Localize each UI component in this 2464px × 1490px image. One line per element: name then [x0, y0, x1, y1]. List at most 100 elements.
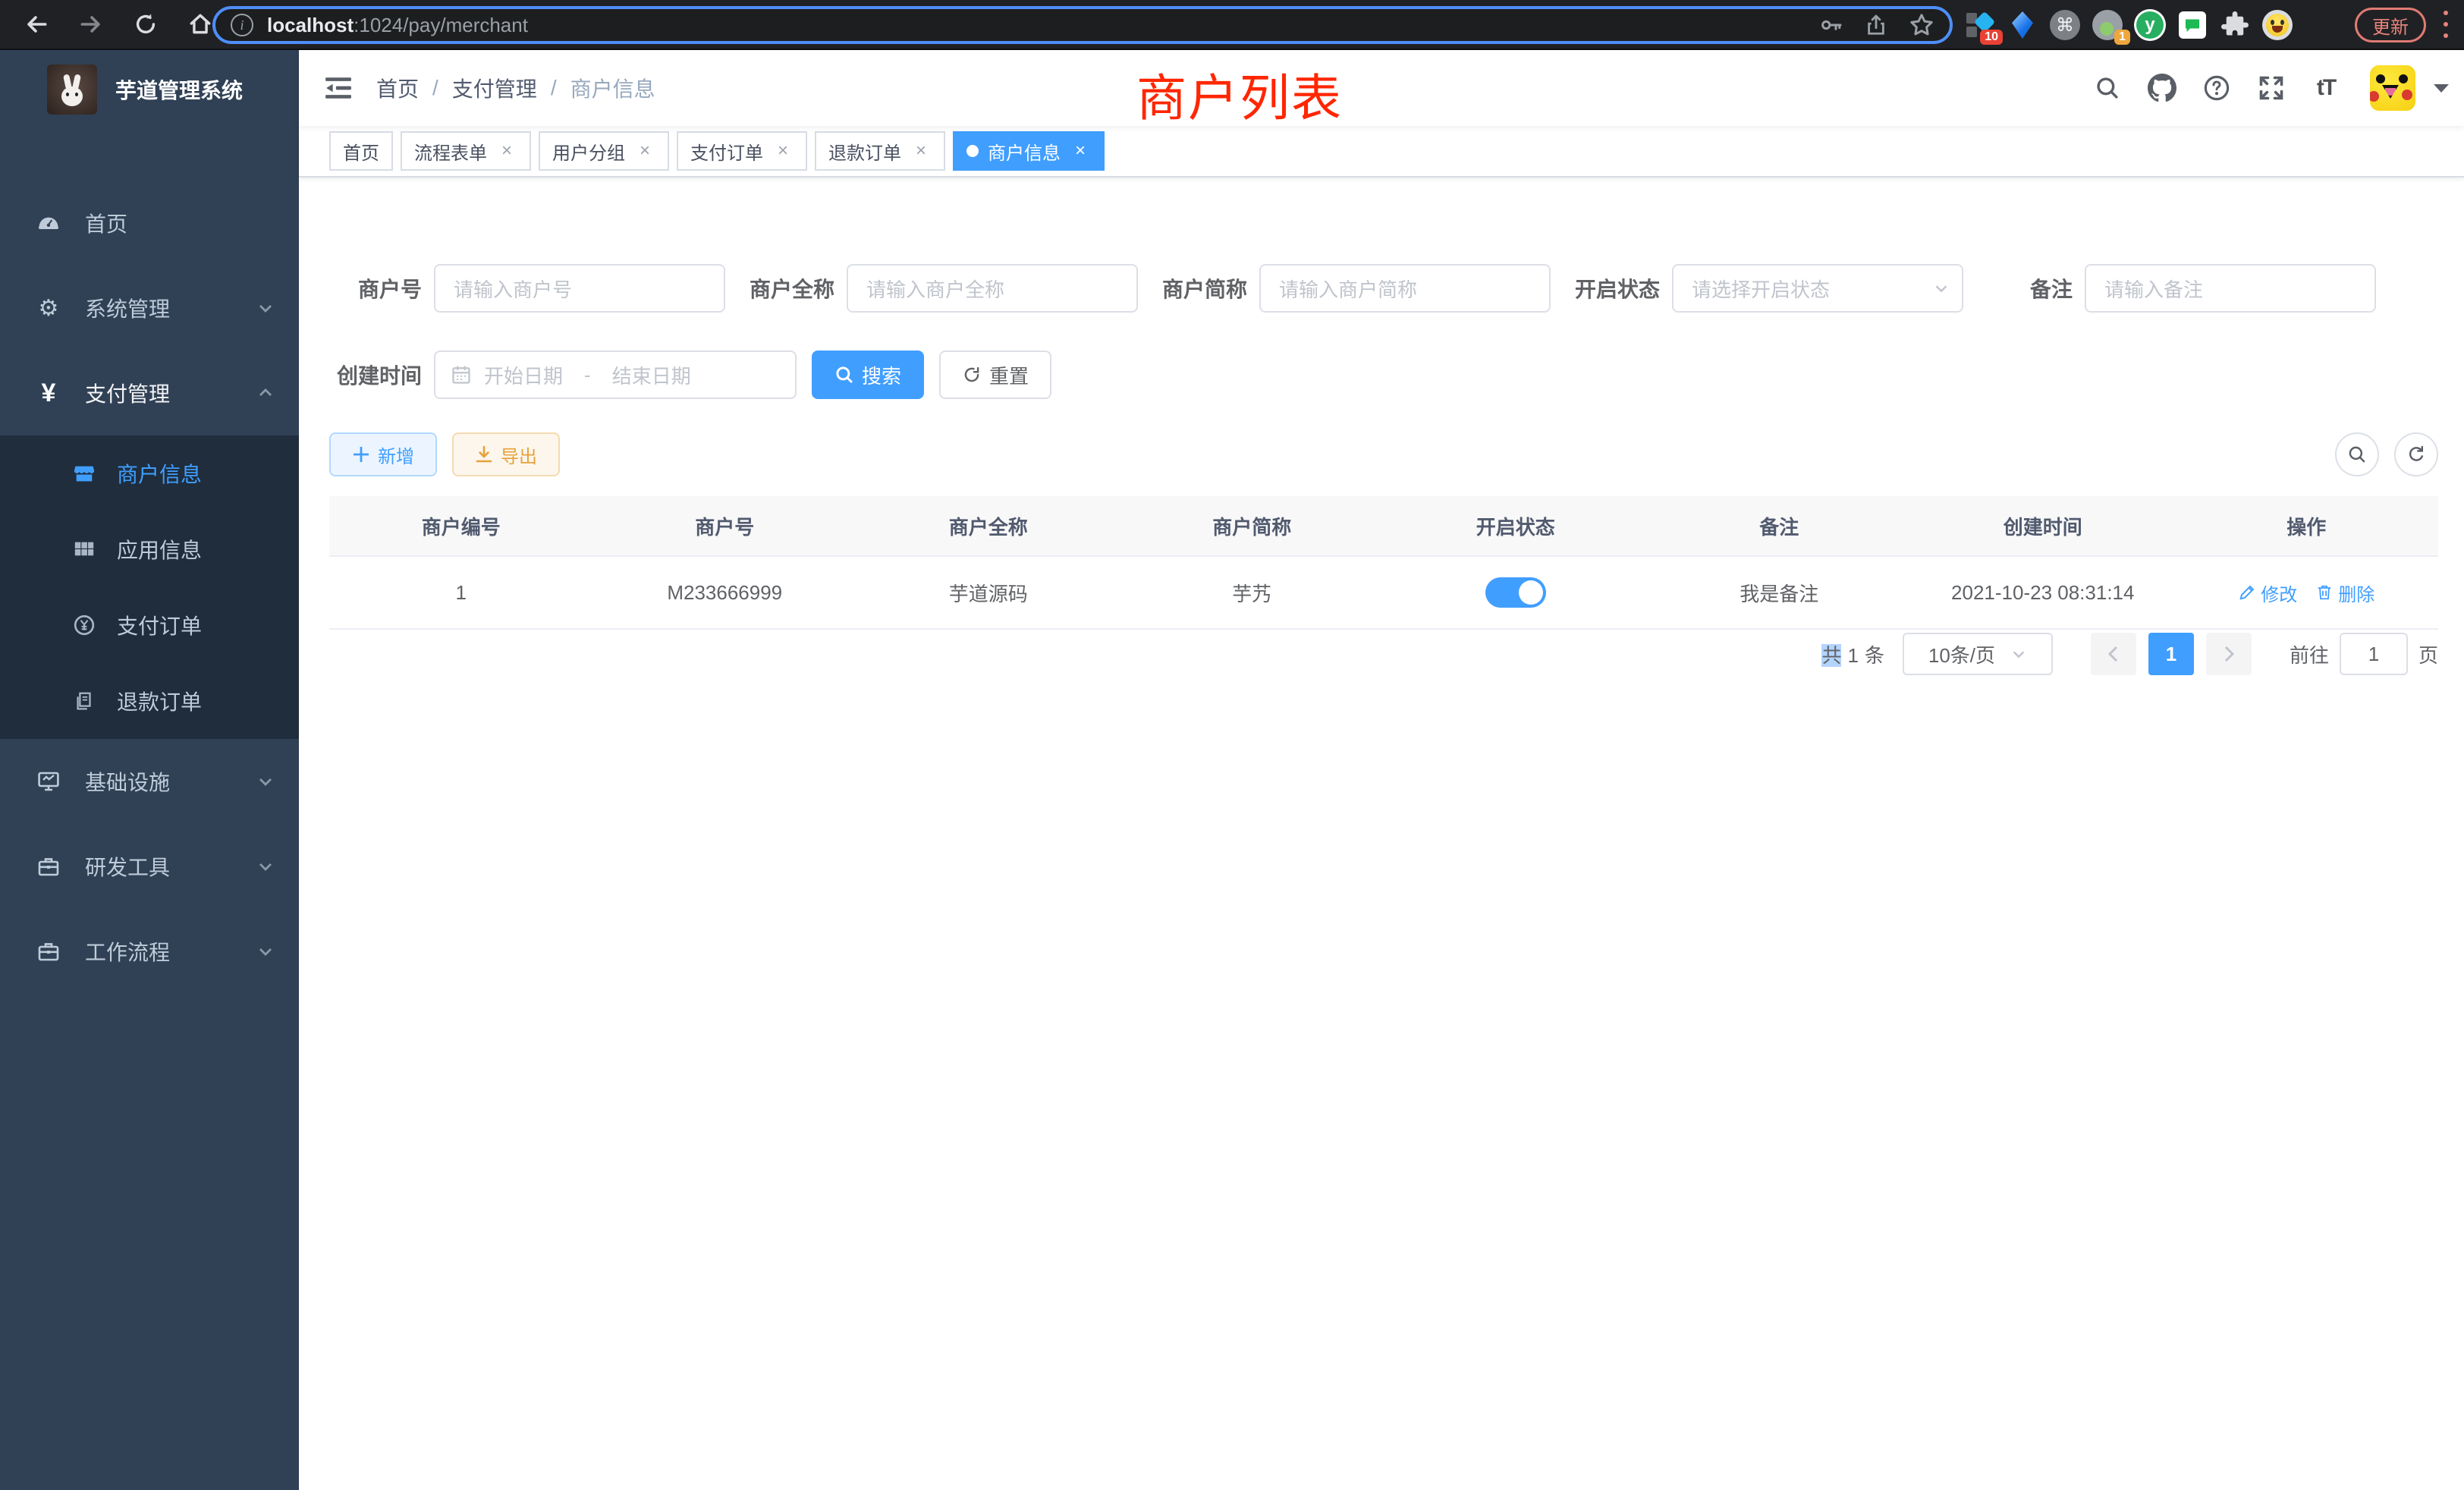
cell-short-name: 芋艿	[1120, 579, 1384, 607]
sidebar-item-home[interactable]: 首页	[0, 181, 299, 266]
url-bar[interactable]: i localhost:1024/pay/merchant	[212, 6, 1953, 44]
cell-status	[1384, 577, 1648, 608]
main-area: 首页 / 支付管理 / 商户信息 tT	[299, 50, 2464, 1490]
toggle-search-icon[interactable]	[2335, 432, 2379, 476]
tab-merchant-info[interactable]: 商户信息×	[953, 131, 1105, 171]
export-button[interactable]: 导出	[452, 432, 560, 476]
fullscreen-icon[interactable]	[2252, 68, 2291, 108]
page-number-1[interactable]: 1	[2148, 633, 2194, 675]
merchant-no-input[interactable]: 请输入商户号	[434, 264, 725, 313]
short-name-input[interactable]: 请输入商户简称	[1259, 264, 1551, 313]
extension-kite-icon[interactable]	[2006, 8, 2039, 42]
calendar-icon	[451, 364, 472, 385]
extension-command-icon[interactable]: ⌘	[2048, 8, 2082, 42]
help-icon[interactable]	[2197, 68, 2236, 108]
refresh-icon[interactable]	[2394, 432, 2438, 476]
merchant-no-label: 商户号	[313, 273, 422, 303]
filter-row-1: 商户号 请输入商户号 商户全称 请输入商户全称 商户简称 请输入商户简称 开启状…	[313, 264, 2376, 313]
breadcrumb: 首页 / 支付管理 / 商户信息	[376, 73, 655, 103]
breadcrumb-home[interactable]: 首页	[376, 73, 419, 103]
dashboard-icon	[36, 211, 61, 235]
status-select[interactable]: 请选择开启状态	[1672, 264, 1963, 313]
extension-diamond-icon[interactable]: 10	[1963, 8, 1997, 42]
extension-chat-icon[interactable]	[2176, 8, 2209, 42]
delete-link[interactable]: 删除	[2315, 580, 2374, 606]
sidebar-item-workflow[interactable]: 工作流程	[0, 909, 299, 994]
navbar-actions: tT	[2088, 50, 2449, 126]
tab-pay-order[interactable]: 支付订单×	[677, 131, 807, 171]
date-end-placeholder: 结束日期	[612, 361, 691, 389]
tab-close-icon[interactable]: ×	[772, 140, 794, 162]
github-icon[interactable]	[2142, 68, 2182, 108]
search-button[interactable]: 搜索	[812, 350, 924, 399]
breadcrumb-pay[interactable]: 支付管理	[452, 73, 537, 103]
sidebar-item-system[interactable]: ⚙ 系统管理	[0, 266, 299, 350]
browser-nav	[0, 3, 237, 46]
reset-button[interactable]: 重置	[939, 350, 1051, 399]
browser-profile-avatar[interactable]	[2261, 8, 2294, 42]
tab-close-icon[interactable]: ×	[496, 140, 517, 162]
cell-remark: 我是备注	[1648, 579, 1912, 607]
password-key-icon[interactable]	[1819, 13, 1843, 37]
edit-link[interactable]: 修改	[2238, 580, 2297, 606]
remark-label: 备注	[1963, 273, 2073, 303]
date-range-input[interactable]: 开始日期 - 结束日期	[434, 350, 797, 399]
site-info-icon[interactable]: i	[231, 14, 253, 36]
browser-menu-icon[interactable]	[2443, 11, 2449, 38]
user-menu-caret-icon[interactable]	[2434, 82, 2449, 94]
reload-icon[interactable]	[124, 3, 167, 46]
tab-close-icon[interactable]: ×	[634, 140, 655, 162]
breadcrumb-separator: /	[551, 76, 557, 100]
tab-process-form[interactable]: 流程表单×	[401, 131, 531, 171]
sidebar-item-pay[interactable]: ¥ 支付管理	[0, 350, 299, 435]
date-separator: -	[584, 363, 591, 387]
chevron-down-icon	[256, 857, 275, 875]
col-status: 开启状态	[1384, 512, 1648, 540]
full-name-input[interactable]: 请输入商户全称	[847, 264, 1138, 313]
bookmark-star-icon[interactable]	[1909, 12, 1934, 38]
remark-input[interactable]: 请输入备注	[2085, 264, 2376, 313]
sidebar-item-refund-order[interactable]: 退款订单	[0, 663, 299, 739]
tab-close-icon[interactable]: ×	[910, 140, 932, 162]
sidebar-item-devtools[interactable]: 研发工具	[0, 824, 299, 909]
active-tab-dot	[966, 145, 979, 157]
forward-icon[interactable]	[70, 3, 112, 46]
next-page-icon[interactable]	[2206, 633, 2252, 675]
breadcrumb-separator: /	[432, 76, 438, 100]
sidebar-item-app-info[interactable]: 应用信息	[0, 511, 299, 587]
short-name-label: 商户简称	[1138, 273, 1247, 303]
search-icon[interactable]	[2088, 68, 2127, 108]
tab-user-group[interactable]: 用户分组×	[539, 131, 669, 171]
back-icon[interactable]	[15, 3, 58, 46]
yen-circle-icon	[73, 614, 96, 637]
page-size-select[interactable]: 10条/页	[1903, 633, 2053, 675]
goto-page-input[interactable]	[2340, 633, 2408, 675]
table-header: 商户编号 商户号 商户全称 商户简称 开启状态 备注 创建时间 操作	[329, 496, 2438, 557]
user-avatar[interactable]	[2370, 65, 2415, 111]
share-icon[interactable]	[1865, 13, 1887, 37]
table-toolbar: 新增 导出	[329, 432, 2438, 476]
status-label: 开启状态	[1551, 273, 1660, 303]
cell-full-name: 芋道源码	[856, 579, 1120, 607]
status-toggle[interactable]	[1485, 577, 1546, 608]
collapse-sidebar-icon[interactable]	[322, 71, 355, 105]
sidebar: 芋道管理系统 首页 ⚙ 系统管理 ¥ 支付管理	[0, 50, 299, 1490]
extensions-puzzle-icon[interactable]	[2218, 8, 2252, 42]
sidebar-item-pay-order[interactable]: 支付订单	[0, 587, 299, 663]
yen-icon: ¥	[36, 381, 61, 405]
table-row: 1 M233666999 芋道源码 芋艿 我是备注 2021-10-23 08:…	[329, 557, 2438, 630]
tab-home[interactable]: 首页	[329, 131, 393, 171]
sidebar-item-merchant-info[interactable]: 商户信息	[0, 435, 299, 511]
add-button[interactable]: 新增	[329, 432, 437, 476]
extension-status-icon[interactable]: 1	[2091, 8, 2124, 42]
extension-y-icon[interactable]: y	[2133, 8, 2167, 42]
tab-close-icon[interactable]: ×	[1070, 140, 1091, 162]
col-short-name: 商户简称	[1120, 512, 1384, 540]
sidebar-logo[interactable]: 芋道管理系统	[0, 50, 299, 129]
prev-page-icon[interactable]	[2091, 633, 2136, 675]
font-size-icon[interactable]: tT	[2306, 68, 2346, 108]
browser-update-button[interactable]: 更新	[2355, 8, 2426, 42]
sidebar-item-infra[interactable]: 基础设施	[0, 739, 299, 824]
top-navbar: 首页 / 支付管理 / 商户信息 tT	[299, 50, 2464, 126]
tab-refund-order[interactable]: 退款订单×	[815, 131, 945, 171]
